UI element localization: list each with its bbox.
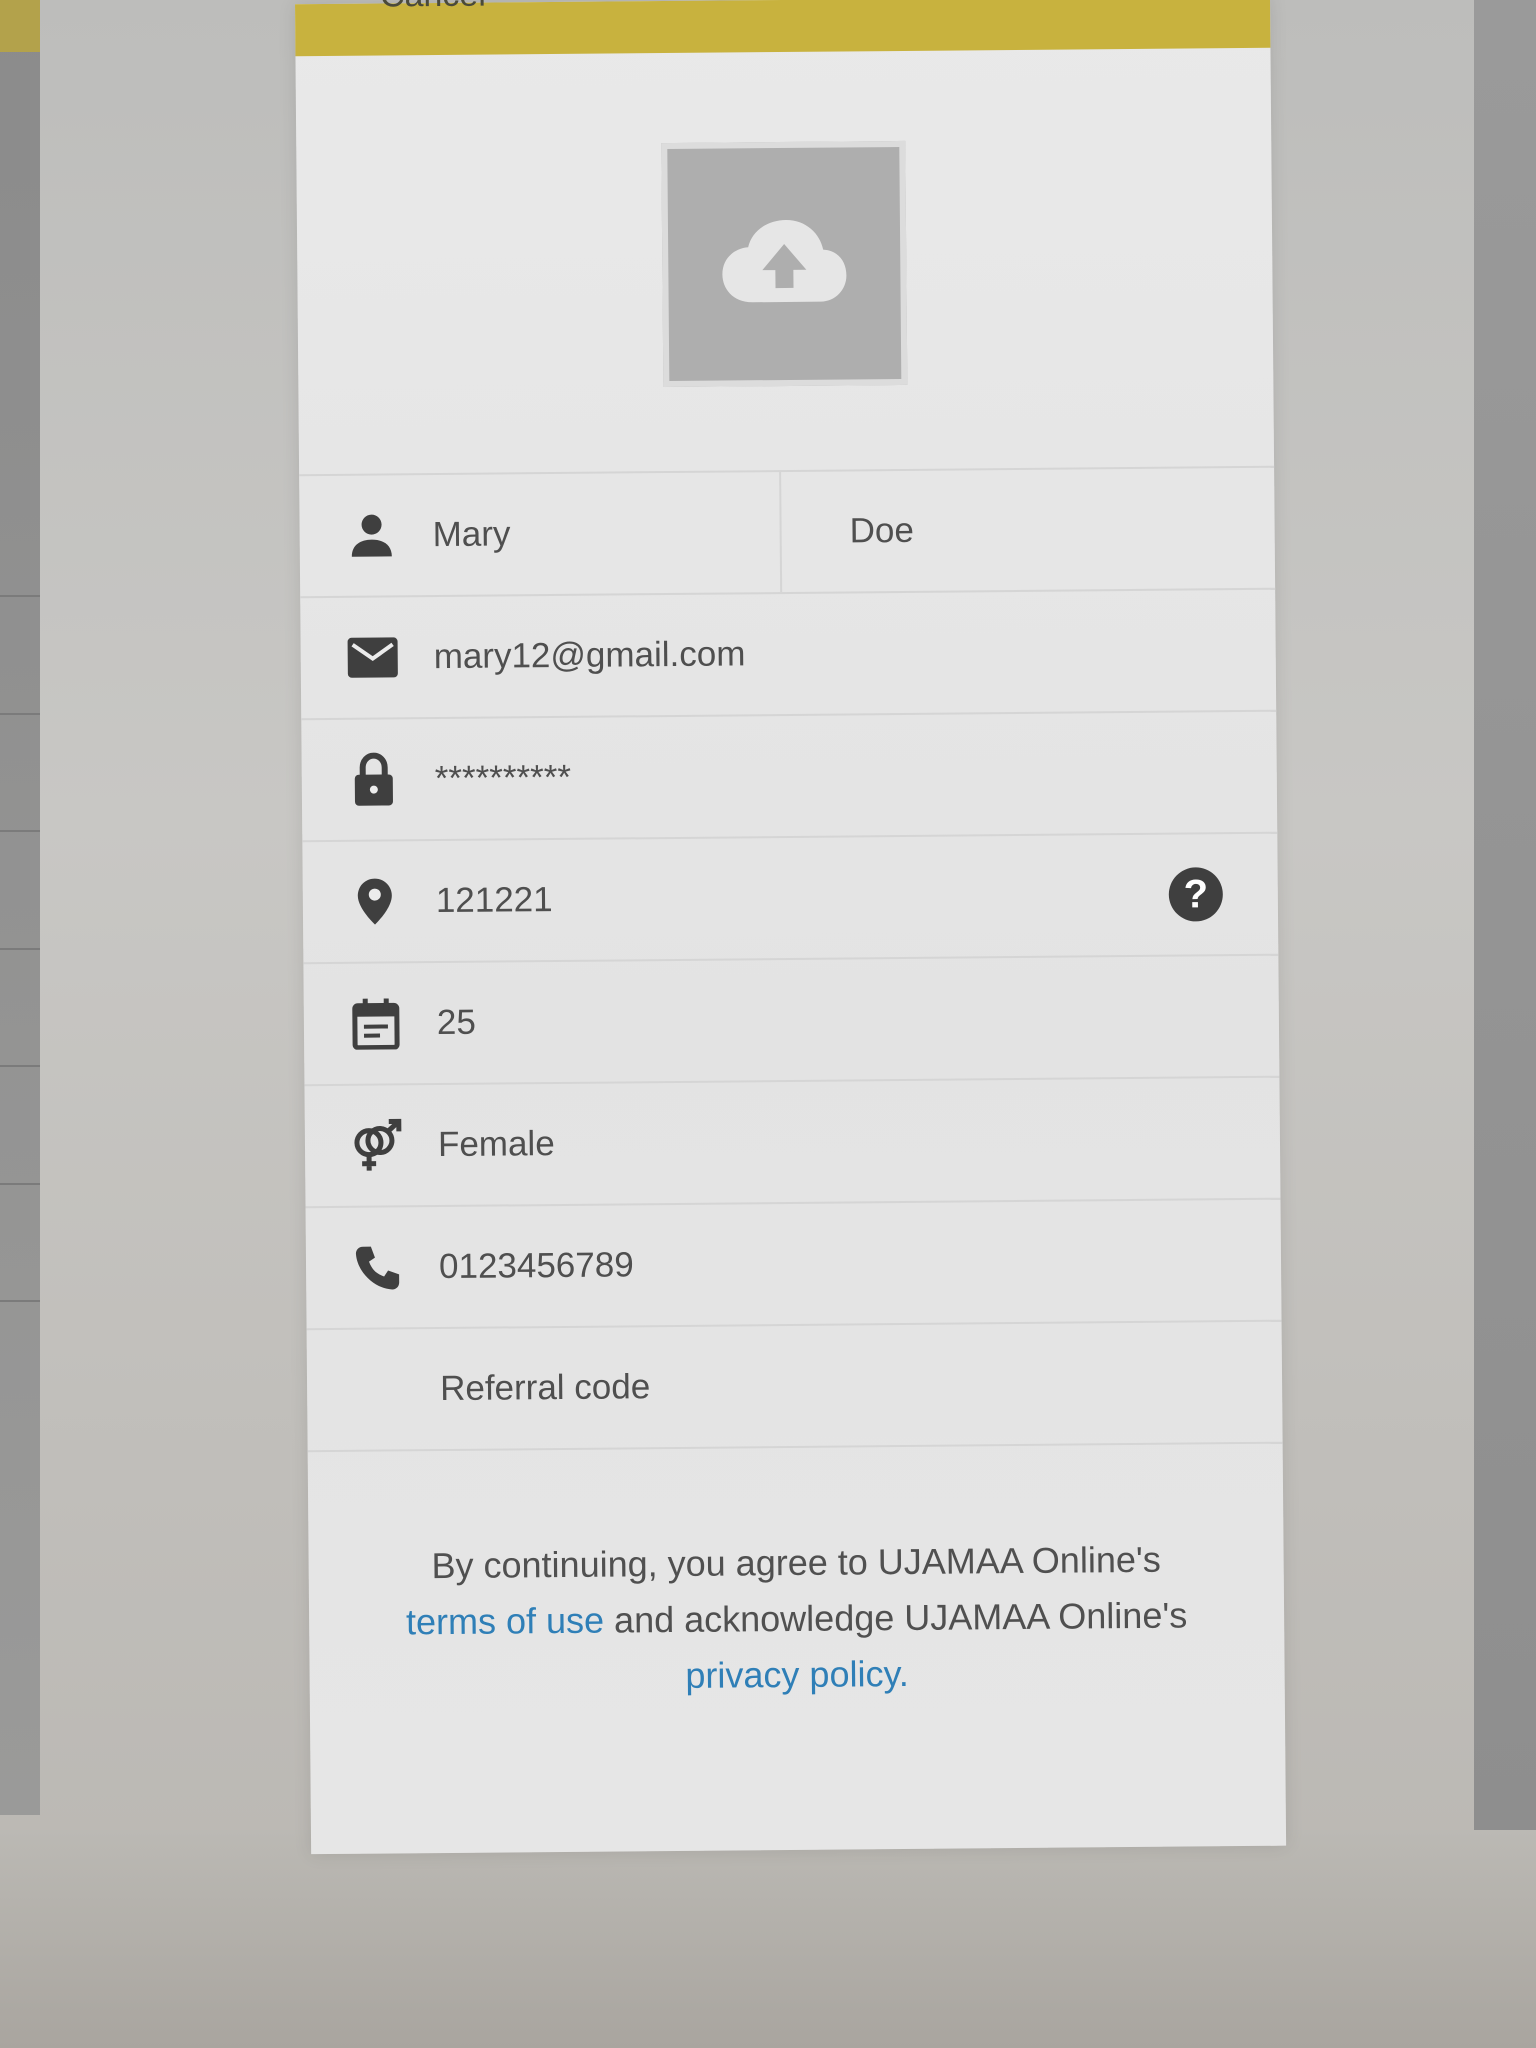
name-divider	[779, 472, 783, 593]
name-row: Mary Doe	[299, 465, 1276, 597]
zip-field[interactable]: 121221	[436, 880, 553, 921]
age-field[interactable]: 25	[437, 1003, 476, 1043]
gender-field[interactable]: Female	[438, 1124, 555, 1165]
cancel-button[interactable]: Cancel	[380, 0, 486, 16]
last-name-field[interactable]: Doe	[849, 511, 914, 552]
privacy-policy-link[interactable]: privacy policy.	[685, 1653, 909, 1696]
profile-form: Mary Doe mary12@gmail.com ********** 121…	[299, 465, 1283, 1453]
age-row: 25	[303, 953, 1280, 1085]
terms-text: By continuing, you agree to UJAMAA Onlin…	[368, 1531, 1224, 1706]
email-field[interactable]: mary12@gmail.com	[434, 634, 746, 677]
password-field[interactable]: **********	[435, 758, 572, 799]
phone-icon	[351, 1240, 405, 1294]
terms-text-line1: By continuing, you agree to UJAMAA Onlin…	[431, 1538, 1161, 1587]
divider	[0, 1065, 40, 1067]
divider	[0, 948, 40, 950]
email-row: mary12@gmail.com	[300, 587, 1277, 719]
divider	[0, 830, 40, 832]
first-name-field[interactable]: Mary	[432, 514, 510, 555]
photo-upload-button[interactable]	[661, 140, 908, 388]
background-left-pane	[0, 0, 40, 1815]
calendar-icon	[349, 996, 403, 1050]
referral-row: Referral code	[306, 1319, 1283, 1453]
background-left-header	[0, 0, 40, 52]
done-button[interactable]: Done	[1128, 0, 1210, 9]
background-bottom	[0, 1830, 1536, 2048]
divider	[0, 1183, 40, 1185]
lock-icon	[347, 752, 401, 806]
cloud-upload-icon	[718, 213, 851, 315]
person-icon	[344, 508, 398, 562]
divider	[0, 595, 40, 597]
email-icon	[345, 630, 399, 684]
gender-icon	[350, 1118, 404, 1172]
referral-code-input[interactable]: Referral code	[440, 1367, 650, 1409]
terms-of-use-link[interactable]: terms of use	[406, 1600, 604, 1643]
phone-row: 0123456789	[305, 1197, 1282, 1329]
phone-field[interactable]: 0123456789	[439, 1245, 634, 1287]
location-pin-icon	[348, 874, 402, 928]
divider	[0, 713, 40, 715]
divider	[0, 1300, 40, 1302]
gender-row: Female	[304, 1075, 1281, 1207]
background-right-pane	[1474, 0, 1536, 1855]
help-icon[interactable]: ?	[1168, 867, 1224, 922]
terms-text-line2: and acknowledge UJAMAA Online's	[603, 1594, 1188, 1641]
top-bar: Cancel Done	[295, 0, 1271, 57]
signup-panel: Cancel Done Mary Doe	[295, 0, 1287, 1855]
password-row: **********	[301, 709, 1278, 841]
zip-row: 121221 ?	[302, 831, 1279, 963]
